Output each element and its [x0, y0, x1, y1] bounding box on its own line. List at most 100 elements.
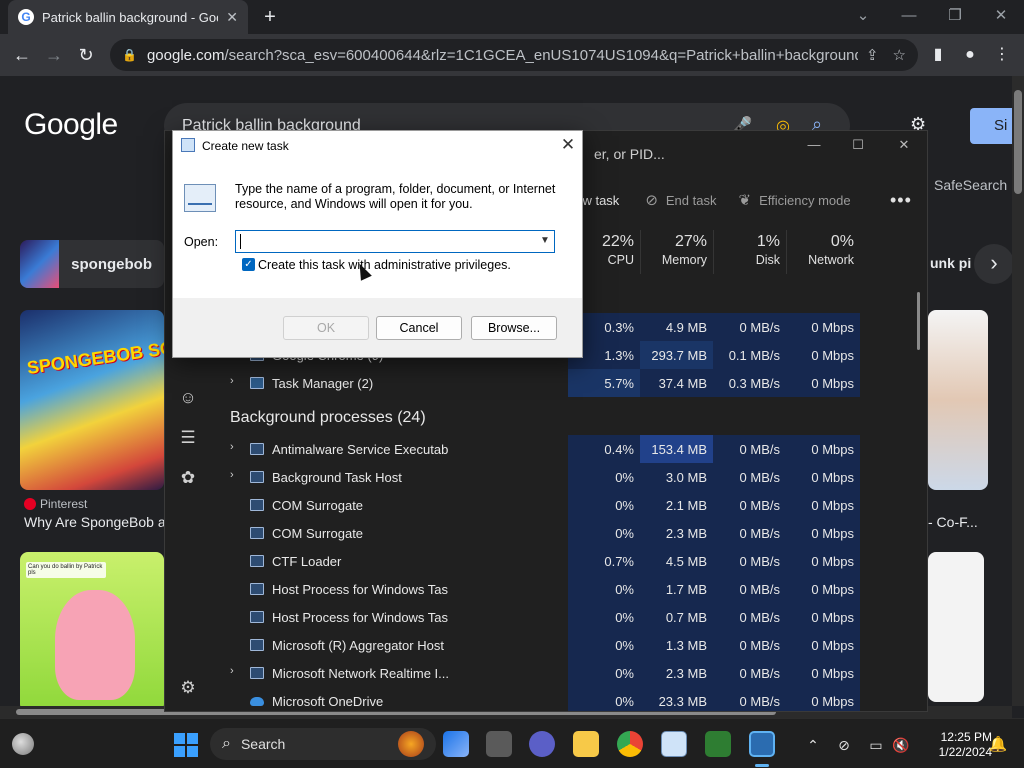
image-result-comic[interactable]	[928, 552, 984, 702]
volume-muted-icon[interactable]: 🔇	[891, 735, 911, 755]
chevron-down-icon[interactable]: ▼	[538, 233, 552, 249]
task-manager-taskbar-icon[interactable]	[661, 731, 687, 757]
users-icon[interactable]: ☺	[176, 386, 200, 410]
side-panel-icon[interactable]: ▮	[926, 43, 950, 67]
back-icon[interactable]: ←	[10, 43, 34, 67]
app-taskbar-icon[interactable]	[705, 731, 731, 757]
display-icon[interactable]: ▭	[866, 735, 886, 755]
network-cell: 0 Mbps	[786, 603, 860, 631]
open-combobox-input[interactable]	[235, 230, 555, 253]
restore-icon[interactable]: ❐	[940, 4, 970, 28]
edge-preview-icon[interactable]	[443, 731, 469, 757]
process-row[interactable]: COM Surrogate 0% 2.3 MB 0 MB/s 0 Mbps	[212, 519, 860, 547]
task-view-icon[interactable]	[486, 731, 512, 757]
process-row[interactable]: COM Surrogate 0% 2.1 MB 0 MB/s 0 Mbps	[212, 491, 860, 519]
forward-icon[interactable]: →	[42, 43, 66, 67]
disk-cell: 0 MB/s	[713, 631, 786, 659]
start-button[interactable]	[174, 733, 198, 757]
expand-chevron-icon[interactable]: ›	[230, 665, 234, 677]
end-task-button[interactable]: ⊘ End task	[645, 191, 716, 209]
image-result-man[interactable]	[928, 310, 988, 490]
share-icon[interactable]: ⇪	[866, 46, 879, 64]
more-options-icon[interactable]: •••	[890, 190, 912, 211]
ok-button[interactable]: OK	[283, 316, 369, 340]
cancel-button[interactable]: Cancel	[376, 316, 462, 340]
profile-icon[interactable]: ●	[958, 43, 982, 67]
efficiency-mode-button[interactable]: ❦ Efficiency mode	[738, 191, 850, 209]
browse-button[interactable]: Browse...	[471, 316, 557, 340]
chip-label: spongebob	[71, 255, 152, 273]
network-icon[interactable]: ⊘	[834, 735, 854, 755]
expand-chevron-icon[interactable]: ›	[230, 441, 234, 453]
admin-privileges-label[interactable]: Create this task with administrative pri…	[258, 258, 511, 272]
tm-minimize-icon[interactable]: —	[796, 134, 832, 156]
process-row[interactable]: › Task Manager (2) 5.7% 37.4 MB 0.3 MB/s…	[212, 369, 860, 397]
close-window-icon[interactable]: ✕	[986, 4, 1016, 28]
tray-overflow-chevron-icon[interactable]: ⌃	[803, 735, 823, 755]
background-processes-header[interactable]: Background processes (24)	[230, 409, 426, 427]
tm-close-icon[interactable]: ✕	[886, 134, 922, 156]
image-result-spongebob[interactable]	[20, 310, 164, 490]
tab-close-icon[interactable]: ✕	[226, 9, 238, 26]
process-row[interactable]: Microsoft (R) Aggregator Host 0% 1.3 MB …	[212, 631, 860, 659]
notification-bell-icon[interactable]: 🔔	[988, 735, 1008, 755]
system-clock[interactable]: 12:25 PM 1/22/2024	[920, 730, 992, 760]
reload-icon[interactable]: ↻	[74, 43, 98, 67]
process-row[interactable]: Host Process for Windows Tasks 0% 0.7 MB…	[212, 603, 860, 631]
url-path: /search?sca_esv=600400644&rlz=1C1GCEA_en…	[224, 46, 858, 64]
weather-widget-icon[interactable]	[12, 733, 34, 755]
teams-icon[interactable]	[529, 731, 555, 757]
column-header-disk[interactable]: 1% Disk	[713, 230, 786, 274]
process-row[interactable]: Microsoft OneDrive 0% 23.3 MB 0 MB/s 0 M…	[212, 687, 860, 711]
page-vertical-scroll-thumb[interactable]	[1014, 90, 1022, 194]
related-chip-partial-label[interactable]: unk pi	[930, 255, 971, 271]
disk-cell: 0 MB/s	[713, 603, 786, 631]
menu-kebab-icon[interactable]: ⋮	[990, 43, 1014, 67]
network-cell: 0 Mbps	[786, 463, 860, 491]
chip-next-arrow-icon[interactable]: ›	[974, 244, 1014, 284]
services-puzzle-icon[interactable]: ✿	[176, 466, 200, 490]
image-caption-right[interactable]: - Co-F...	[928, 514, 978, 530]
taskbar-search-box[interactable]: ⌕ Search	[210, 728, 436, 760]
process-name: Host Process for Windows Tasks	[272, 582, 448, 597]
process-row[interactable]: Host Process for Windows Tasks 0% 1.7 MB…	[212, 575, 860, 603]
details-list-icon[interactable]: ☰	[176, 426, 200, 450]
process-row[interactable]: › Background Task Host 0% 3.0 MB 0 MB/s …	[212, 463, 860, 491]
taskbar-search-label: Search	[240, 736, 286, 752]
safesearch-link[interactable]: SafeSearch	[934, 177, 1007, 193]
network-cell: 0 Mbps	[786, 313, 860, 341]
network-cell: 0 Mbps	[786, 491, 860, 519]
google-logo[interactable]: Google	[24, 108, 118, 142]
process-name: COM Surrogate	[272, 526, 364, 541]
cpu-cell: 0.7%	[568, 547, 640, 575]
task-manager-search-input[interactable]: er, or PID...	[578, 140, 708, 168]
admin-privileges-checkbox[interactable]: ✓	[242, 258, 255, 271]
process-row[interactable]: › Microsoft Network Realtime I... 0% 2.3…	[212, 659, 860, 687]
search-highlight-icon	[398, 731, 424, 757]
minimize-icon[interactable]: —	[894, 4, 924, 28]
chrome-taskbar-icon[interactable]	[617, 731, 643, 757]
disk-cell: 0 MB/s	[713, 575, 786, 603]
tab-search-icon[interactable]: ⌄	[848, 4, 878, 28]
file-explorer-icon[interactable]	[573, 731, 599, 757]
network-cell: 0 Mbps	[786, 435, 860, 463]
new-tab-button[interactable]: +	[258, 5, 282, 29]
related-chip-spongebob[interactable]: spongebob	[20, 240, 164, 288]
process-row[interactable]: CTF Loader 0.7% 4.5 MB 0 MB/s 0 Mbps	[212, 547, 860, 575]
settings-gear-icon[interactable]: ⚙	[176, 676, 200, 700]
disk-cell: 0 MB/s	[713, 687, 786, 711]
active-window-taskbar-icon[interactable]	[749, 731, 775, 757]
task-manager-scroll-thumb[interactable]	[917, 292, 920, 350]
image-caption[interactable]: Why Are SpongeBob a	[24, 514, 164, 530]
process-row[interactable]: › Antimalware Service Executable 0.4% 15…	[212, 435, 860, 463]
memory-cell: 4.9 MB	[640, 313, 713, 341]
tm-maximize-icon[interactable]: ☐	[840, 134, 876, 156]
expand-chevron-icon[interactable]: ›	[230, 469, 234, 481]
bookmark-star-icon[interactable]: ☆	[893, 46, 906, 64]
column-header-network[interactable]: 0% Network	[786, 230, 860, 274]
address-bar[interactable]: 🔒 google.com/search?sca_esv=600400644&rl…	[110, 39, 918, 71]
browser-tab[interactable]: G Patrick ballin background - Goog ✕	[8, 0, 248, 34]
dialog-close-icon[interactable]: ✕	[556, 134, 580, 156]
expand-chevron-icon[interactable]: ›	[230, 375, 234, 387]
column-header-memory[interactable]: 27% Memory	[640, 230, 713, 274]
